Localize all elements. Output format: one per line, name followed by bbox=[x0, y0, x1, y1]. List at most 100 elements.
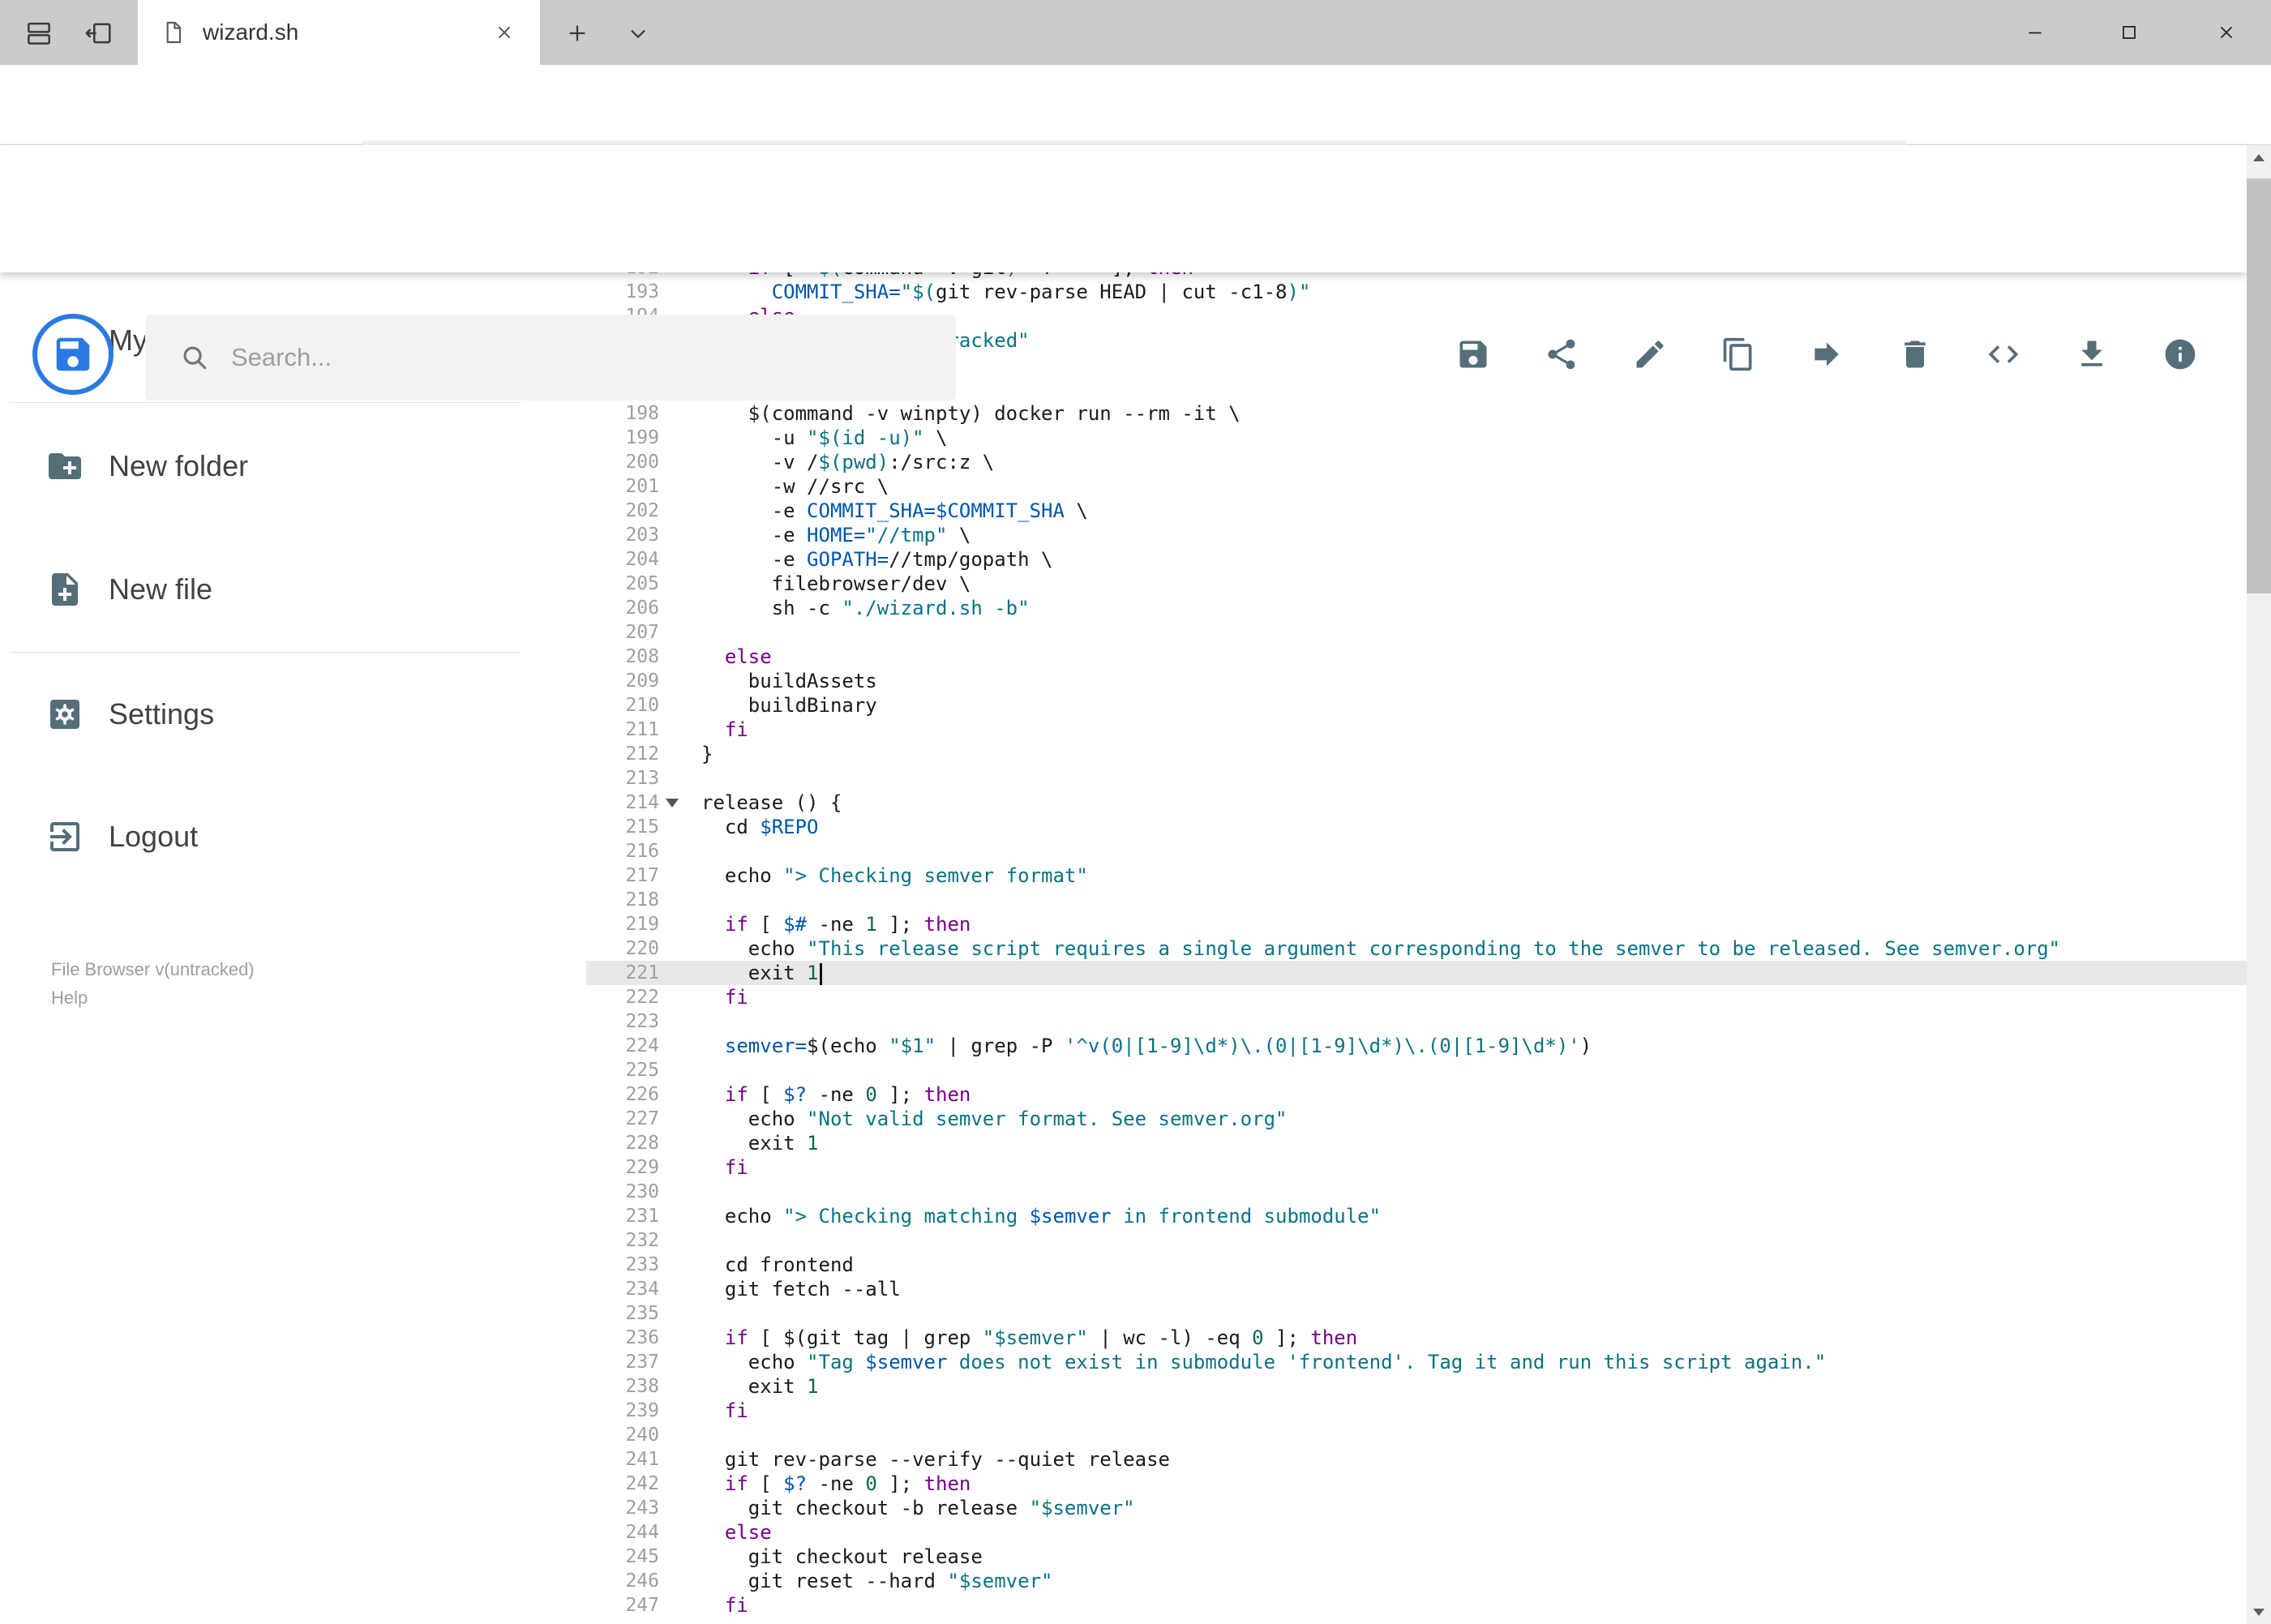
edit-button[interactable] bbox=[1632, 336, 1668, 372]
info-button[interactable] bbox=[2162, 336, 2198, 372]
code-line[interactable]: 242 if [ $? -ne 0 ]; then bbox=[586, 1472, 2247, 1496]
code-line[interactable]: 230 bbox=[586, 1180, 2247, 1204]
line-number: 206 bbox=[625, 598, 659, 619]
code-line[interactable]: 244 else bbox=[586, 1520, 2247, 1545]
code-line[interactable]: 193 COMMIT_SHA="$(git rev-parse HEAD | c… bbox=[586, 280, 2247, 304]
code-line[interactable]: 204 -e GOPATH=//tmp/gopath \ bbox=[586, 547, 2247, 572]
tab-bar: wizard.sh bbox=[0, 0, 2271, 65]
scrollbar-thumb[interactable] bbox=[2247, 178, 2271, 593]
code-editor[interactable]: 192 if [ "$(command -v git)" != "" ]; th… bbox=[586, 272, 2247, 1618]
code-line[interactable]: 241 git rev-parse --verify --quiet relea… bbox=[586, 1447, 2247, 1472]
line-number: 211 bbox=[625, 719, 659, 740]
line-number: 223 bbox=[625, 1011, 659, 1032]
code-line[interactable]: 240 bbox=[586, 1423, 2247, 1447]
code-line[interactable]: 219 if [ $# -ne 1 ]; then bbox=[586, 912, 2247, 936]
code-line[interactable]: 227 echo "Not valid semver format. See s… bbox=[586, 1107, 2247, 1131]
maximize-icon bbox=[2123, 26, 2136, 39]
code-line[interactable]: 225 bbox=[586, 1058, 2247, 1082]
code-line[interactable]: 214 release () { bbox=[586, 791, 2247, 815]
code-line[interactable]: 212} bbox=[586, 742, 2247, 766]
raw-code-button[interactable] bbox=[1986, 336, 2021, 372]
code-line[interactable]: 237 echo "Tag $semver does not exist in … bbox=[586, 1350, 2247, 1374]
set-tabs-aside-button[interactable] bbox=[82, 17, 114, 49]
scroll-down-button[interactable] bbox=[2247, 1600, 2271, 1624]
code-line[interactable]: 234 git fetch --all bbox=[586, 1277, 2247, 1301]
browser-tab[interactable]: wizard.sh bbox=[138, 0, 540, 65]
copy-button[interactable] bbox=[1720, 336, 1756, 372]
code-line[interactable]: 209 buildAssets bbox=[586, 669, 2247, 693]
code-line[interactable]: 208 else bbox=[586, 645, 2247, 669]
search-input[interactable] bbox=[231, 343, 956, 372]
sidebar: My files New folder New file Sett bbox=[0, 272, 568, 1624]
download-icon bbox=[2081, 341, 2102, 366]
line-number: 192 bbox=[586, 272, 701, 280]
code-line[interactable]: 235 bbox=[586, 1301, 2247, 1326]
sidebar-item-new-file[interactable]: New file bbox=[0, 545, 535, 634]
maximize-button[interactable] bbox=[2113, 16, 2145, 49]
code-line[interactable]: 229 fi bbox=[586, 1155, 2247, 1180]
code-line[interactable]: 221 exit 1 bbox=[586, 961, 2247, 985]
sidebar-item-logout[interactable]: Logout bbox=[0, 792, 535, 881]
code-line[interactable]: 210 buildBinary bbox=[586, 693, 2247, 718]
code-line[interactable]: 243 git checkout -b release "$semver" bbox=[586, 1496, 2247, 1520]
code-line[interactable]: 201 -w //src \ bbox=[586, 474, 2247, 499]
share-file-button[interactable] bbox=[1544, 336, 1579, 372]
code-line[interactable]: 215 cd $REPO bbox=[586, 815, 2247, 839]
code-line[interactable]: 199 -u "$(id -u)" \ bbox=[586, 426, 2247, 450]
download-button[interactable] bbox=[2074, 336, 2110, 372]
move-button[interactable] bbox=[1809, 336, 1845, 372]
code-line[interactable]: 207 bbox=[586, 620, 2247, 645]
code-line[interactable]: 239 fi bbox=[586, 1399, 2247, 1423]
scroll-up-button[interactable] bbox=[2247, 145, 2271, 169]
save-button[interactable] bbox=[1455, 336, 1491, 372]
code-line[interactable]: 224 semver=$(echo "$1" | grep -P '^v(0|[… bbox=[586, 1034, 2247, 1058]
fold-toggle-icon[interactable] bbox=[666, 799, 679, 808]
line-number: 219 bbox=[625, 914, 659, 935]
code-line[interactable]: 245 git checkout release bbox=[586, 1545, 2247, 1569]
line-number: 245 bbox=[625, 1546, 659, 1567]
code-line[interactable]: 217 echo "> Checking semver format" bbox=[586, 863, 2247, 888]
code-text: COMMIT_SHA="$(git rev-parse HEAD | cut -… bbox=[771, 281, 1311, 303]
code-line[interactable]: 231 echo "> Checking matching $semver in… bbox=[586, 1204, 2247, 1228]
code-line[interactable]: 223 bbox=[586, 1009, 2247, 1034]
code-line[interactable]: 198 $(command -v winpty) docker run --rm… bbox=[586, 401, 2247, 426]
code-line[interactable]: 233 cd frontend bbox=[586, 1253, 2247, 1277]
line-number: 193 bbox=[625, 281, 659, 302]
edit-icon bbox=[1636, 341, 1664, 368]
close-window-button[interactable] bbox=[2210, 16, 2243, 49]
sidebar-footer: File Browser v(untracked) Help bbox=[51, 955, 255, 1012]
code-line[interactable]: 236 if [ $(git tag | grep "$semver" | wc… bbox=[586, 1326, 2247, 1350]
minimize-button[interactable] bbox=[2019, 16, 2051, 49]
sidebar-item-new-folder[interactable]: New folder bbox=[0, 422, 535, 511]
chevron-down-icon bbox=[631, 29, 645, 39]
code-line[interactable]: 222 fi bbox=[586, 985, 2247, 1009]
code-line[interactable]: 232 bbox=[586, 1228, 2247, 1253]
sidebar-item-settings[interactable]: Settings bbox=[0, 670, 535, 759]
code-line[interactable]: 218 bbox=[586, 888, 2247, 912]
code-line[interactable]: 200 -v /$(pwd):/src:z \ bbox=[586, 450, 2247, 474]
code-line[interactable]: 228 exit 1 bbox=[586, 1131, 2247, 1155]
code-line[interactable]: 226 if [ $? -ne 0 ]; then bbox=[586, 1082, 2247, 1107]
code-line[interactable]: 206 sh -c "./wizard.sh -b" bbox=[586, 596, 2247, 620]
line-number: 237 bbox=[625, 1352, 659, 1373]
code-line[interactable]: 216 bbox=[586, 839, 2247, 863]
code-text: -w //src \ bbox=[701, 475, 889, 498]
line-number: 228 bbox=[625, 1133, 659, 1154]
help-link[interactable]: Help bbox=[51, 983, 255, 1012]
code-line[interactable]: 211 fi bbox=[586, 718, 2247, 742]
code-line[interactable]: 202 -e COMMIT_SHA=$COMMIT_SHA \ bbox=[586, 499, 2247, 523]
new-tab-button[interactable] bbox=[561, 17, 593, 49]
scrollbar-track[interactable] bbox=[2247, 145, 2271, 1624]
code-line[interactable]: 205 filebrowser/dev \ bbox=[586, 572, 2247, 596]
code-line[interactable]: 247 fi bbox=[586, 1593, 2247, 1618]
code-line[interactable]: 213 bbox=[586, 766, 2247, 791]
code-line[interactable]: 246 git reset --hard "$semver" bbox=[586, 1569, 2247, 1593]
code-line[interactable]: 203 -e HOME="//tmp" \ bbox=[586, 523, 2247, 547]
code-line[interactable]: 220 echo "This release script requires a… bbox=[586, 936, 2247, 961]
tabs-you-set-aside-button[interactable] bbox=[23, 17, 55, 49]
code-line[interactable]: 192 if [ "$(command -v git)" != "" ]; th… bbox=[586, 272, 2247, 280]
delete-button[interactable] bbox=[1897, 336, 1933, 372]
code-line[interactable]: 238 exit 1 bbox=[586, 1374, 2247, 1399]
tab-dropdown-button[interactable] bbox=[622, 17, 654, 49]
close-tab-button[interactable] bbox=[488, 16, 521, 49]
